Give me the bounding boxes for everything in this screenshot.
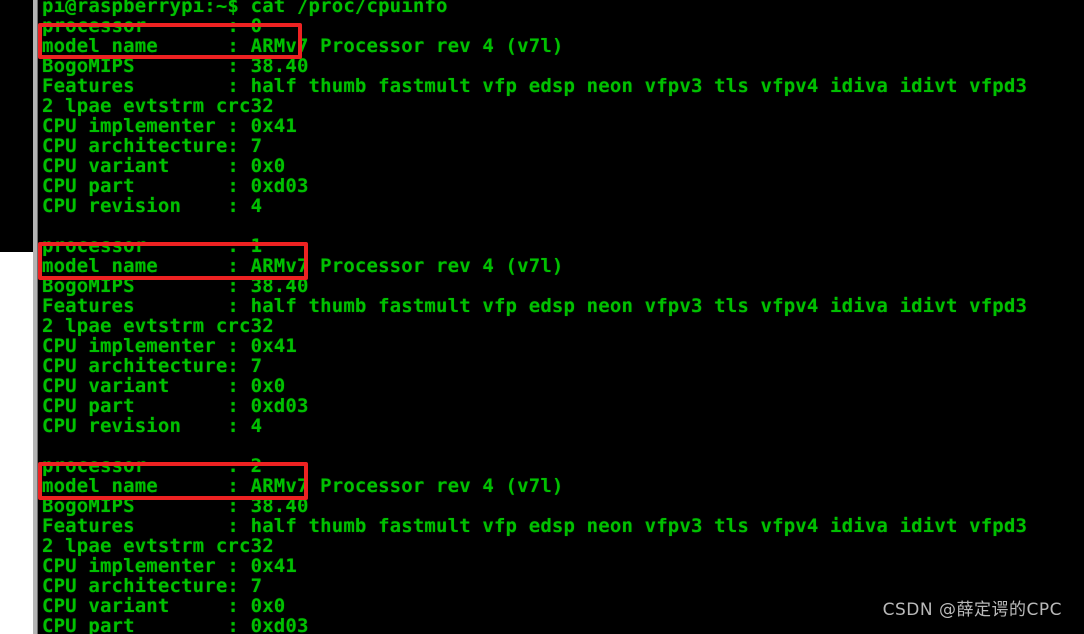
terminal-line: 2 lpae evtstrm crc32 — [42, 315, 274, 337]
terminal-line: BogoMIPS : 38.40 — [42, 275, 309, 297]
terminal-line: CPU implementer : 0x41 — [42, 115, 297, 137]
terminal-line: CPU part : 0xd03 — [42, 615, 309, 634]
terminal-line: BogoMIPS : 38.40 — [42, 495, 309, 517]
terminal-line: CPU architecture: 7 — [42, 575, 263, 597]
terminal-line: processor : 0 — [42, 15, 263, 37]
terminal-line: CPU part : 0xd03 — [42, 395, 309, 417]
terminal-line: Features : half thumb fastmult vfp edsp … — [42, 515, 1028, 537]
terminal-line: model name : ARMv7 Processor rev 4 (v7l) — [42, 255, 564, 277]
terminal-line: BogoMIPS : 38.40 — [42, 55, 309, 77]
csdn-watermark: CSDN @薛定谔的CPC — [882, 600, 1062, 620]
terminal-line: processor : 2 — [42, 455, 263, 477]
terminal-line: CPU revision : 4 — [42, 415, 263, 437]
terminal-line: 2 lpae evtstrm crc32 — [42, 535, 274, 557]
terminal-line: processor : 1 — [42, 235, 263, 257]
terminal-line: CPU variant : 0x0 — [42, 595, 286, 617]
left-page-margin-white — [0, 252, 33, 634]
terminal-line: CPU implementer : 0x41 — [42, 335, 297, 357]
terminal-command-line: pi@raspberrypi:~$ cat /proc/cpuinfo — [42, 0, 448, 17]
terminal-line: 2 lpae evtstrm crc32 — [42, 95, 274, 117]
terminal-line: CPU architecture: 7 — [42, 355, 263, 377]
terminal-line: Features : half thumb fastmult vfp edsp … — [42, 75, 1028, 97]
terminal-screenshot: pi@raspberrypi:~$ cat /proc/cpuinfo proc… — [0, 0, 1084, 634]
terminal-line: CPU architecture: 7 — [42, 135, 263, 157]
terminal-line: model name : ARMv7 Processor rev 4 (v7l) — [42, 35, 564, 57]
terminal-line: CPU variant : 0x0 — [42, 155, 286, 177]
terminal-line: Features : half thumb fastmult vfp edsp … — [42, 295, 1028, 317]
terminal-line: model name : ARMv7 Processor rev 4 (v7l) — [42, 475, 564, 497]
terminal-line: CPU revision : 4 — [42, 195, 263, 217]
terminal-line: CPU variant : 0x0 — [42, 375, 286, 397]
terminal-line: CPU implementer : 0x41 — [42, 555, 297, 577]
terminal-output-area[interactable]: pi@raspberrypi:~$ cat /proc/cpuinfo proc… — [38, 0, 1084, 634]
terminal-line: CPU part : 0xd03 — [42, 175, 309, 197]
